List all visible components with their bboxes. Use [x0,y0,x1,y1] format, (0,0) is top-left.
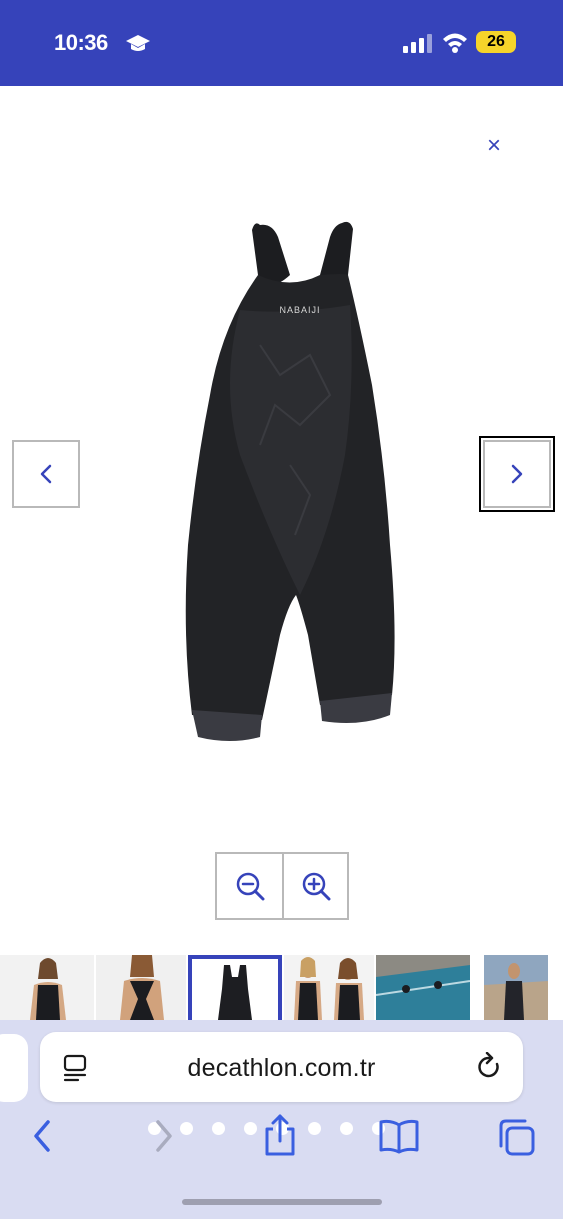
thumb-pool-scene[interactable] [376,955,470,1020]
back-icon[interactable] [30,1118,54,1154]
chevron-right-icon [511,464,523,484]
status-time: 10:36 [54,30,108,55]
tabs-icon[interactable] [497,1118,537,1156]
wifi-icon [443,33,467,53]
zoom-out-icon [236,872,264,901]
next-image-button[interactable] [479,436,555,512]
page-dot [180,1122,193,1135]
close-button[interactable]: × [481,133,507,159]
graduation-cap-icon [126,35,150,51]
zoom-in-button[interactable] [282,854,347,918]
screen: 10:36 26 × NABAIJI decathlon.com.tr [0,0,563,1219]
thumb-model-back[interactable] [96,955,186,1020]
product-logo: NABAIJI [279,305,320,315]
url-text: decathlon.com.tr [187,1054,376,1082]
bookmarks-icon[interactable] [378,1118,420,1154]
page-dot [340,1122,353,1135]
home-indicator[interactable] [182,1199,382,1205]
page-dot [212,1122,225,1135]
cellular-signal-icon [403,34,432,53]
page-dot [308,1122,321,1135]
previous-image-button[interactable] [12,440,80,508]
product-image: NABAIJI [185,221,395,741]
reload-icon[interactable] [475,1052,503,1082]
next-image-button-inner [483,440,551,508]
address-bar[interactable]: decathlon.com.tr [40,1032,523,1102]
zoom-controls [215,852,349,920]
forward-icon[interactable] [152,1118,176,1154]
thumb-product[interactable] [188,955,282,1020]
share-icon[interactable] [262,1113,298,1157]
thumbnail-strip [0,955,563,1020]
page-dot [244,1122,257,1135]
thumb-two-models[interactable] [284,955,374,1020]
chevron-left-icon [40,464,52,484]
thumb-model-outdoor[interactable] [484,955,548,1020]
zoom-out-button[interactable] [217,854,282,918]
zoom-in-icon [302,872,330,901]
battery-icon: 26 [476,31,516,53]
thumb-model-front[interactable] [0,955,94,1020]
previous-tab-peek[interactable] [0,1034,28,1102]
status-bar: 10:36 26 [0,0,563,86]
